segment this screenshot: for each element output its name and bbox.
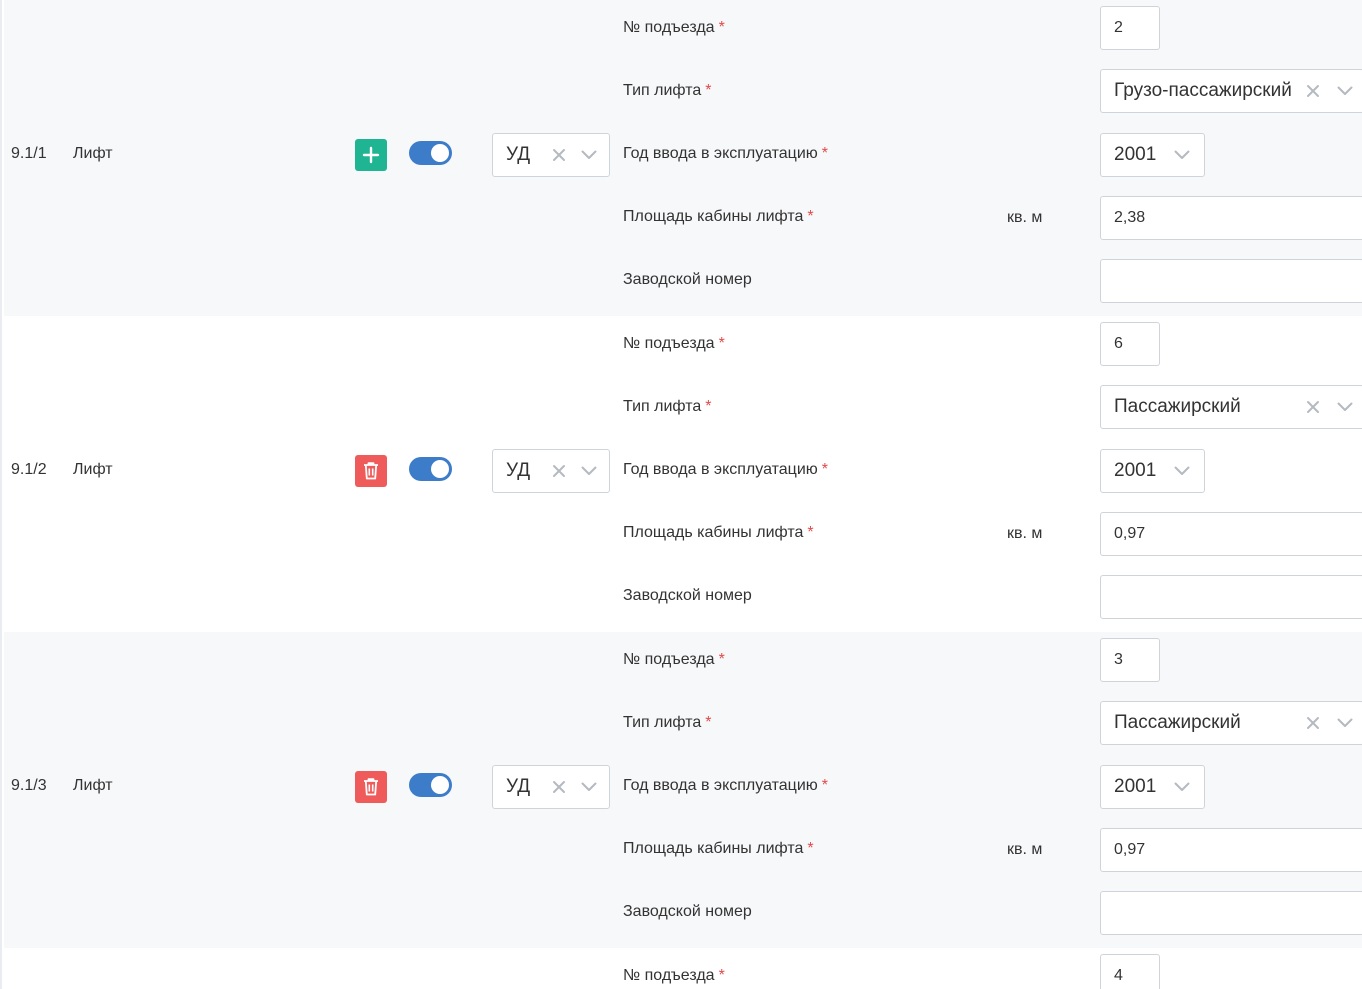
serial-number-input[interactable]: [1100, 259, 1362, 303]
management-select[interactable]: УД: [492, 133, 610, 177]
cabin-area-label: Площадь кабины лифта *: [623, 208, 814, 225]
lift-type-value: Пассажирский: [1114, 396, 1241, 417]
management-value: УД: [506, 144, 531, 165]
chevron-down-icon[interactable]: [575, 143, 603, 167]
lift-list: 9.1/1 Лифт УД № подъезда * 2 Тип лифта * Г…: [0, 0, 1362, 989]
serial-number-input[interactable]: [1100, 891, 1362, 935]
lift-name: Лифт: [73, 145, 113, 162]
lift-code: 9.1/2: [11, 461, 47, 478]
year-select[interactable]: 2001: [1100, 765, 1205, 809]
lift-code: 9.1/1: [11, 145, 47, 162]
management-value: УД: [506, 460, 531, 481]
cabin-area-input[interactable]: 2,38: [1100, 196, 1362, 240]
lift-row: 9.1/2 Лифт УД № подъезда * 6 Тип лифта * П…: [4, 316, 1362, 632]
management-value: УД: [506, 776, 531, 797]
chevron-down-icon[interactable]: [1331, 711, 1359, 735]
delete-lift-button[interactable]: [355, 455, 387, 487]
lift-row: № подъезда * 4: [4, 948, 1362, 989]
area-unit: кв. м: [1007, 209, 1043, 226]
chevron-down-icon[interactable]: [575, 459, 603, 483]
entrance-input[interactable]: 3: [1100, 638, 1160, 682]
serial-number-label: Заводской номер: [623, 587, 752, 604]
trash-icon: [364, 778, 378, 796]
serial-number-input[interactable]: [1100, 575, 1362, 619]
year-value: 2001: [1114, 460, 1157, 481]
toggle-knob: [431, 144, 449, 162]
lift-row: 9.1/1 Лифт УД № подъезда * 2 Тип лифта * Г…: [4, 0, 1362, 316]
close-icon[interactable]: [547, 775, 571, 799]
area-unit: кв. м: [1007, 525, 1043, 542]
active-toggle[interactable]: [409, 141, 452, 165]
delete-lift-button[interactable]: [355, 771, 387, 803]
entrance-input[interactable]: 4: [1100, 954, 1160, 989]
lift-row: 9.1/3 Лифт УД № подъезда * 3 Тип лифта * П…: [4, 632, 1362, 948]
plus-icon: [362, 146, 380, 164]
close-icon[interactable]: [547, 143, 571, 167]
cabin-area-label: Площадь кабины лифта *: [623, 524, 814, 541]
lift-type-label: Тип лифта *: [623, 714, 712, 731]
serial-number-label: Заводской номер: [623, 903, 752, 920]
entrance-input[interactable]: 6: [1100, 322, 1160, 366]
chevron-down-icon[interactable]: [1168, 143, 1196, 167]
year-value: 2001: [1114, 776, 1157, 797]
chevron-down-icon[interactable]: [1168, 459, 1196, 483]
entrance-input[interactable]: 2: [1100, 6, 1160, 50]
entrance-label: № подъезда *: [623, 967, 725, 984]
lift-code: 9.1/3: [11, 777, 47, 794]
close-icon[interactable]: [1301, 395, 1325, 419]
year-select[interactable]: 2001: [1100, 449, 1205, 493]
lift-type-value: Пассажирский: [1114, 712, 1241, 733]
year-label: Год ввода в эксплуатацию *: [623, 145, 829, 162]
year-value: 2001: [1114, 144, 1157, 165]
entrance-label: № подъезда *: [623, 19, 725, 36]
lift-type-label: Тип лифта *: [623, 398, 712, 415]
toggle-knob: [431, 460, 449, 478]
close-icon[interactable]: [547, 459, 571, 483]
lift-type-value: Грузо-пассажирский: [1114, 80, 1292, 101]
add-lift-button[interactable]: [355, 139, 387, 171]
lift-type-select[interactable]: Пассажирский: [1100, 701, 1362, 745]
management-select[interactable]: УД: [492, 765, 610, 809]
year-label: Год ввода в эксплуатацию *: [623, 461, 829, 478]
active-toggle[interactable]: [409, 457, 452, 481]
chevron-down-icon[interactable]: [1331, 395, 1359, 419]
lift-type-select[interactable]: Пассажирский: [1100, 385, 1362, 429]
chevron-down-icon[interactable]: [1168, 775, 1196, 799]
toggle-knob: [431, 776, 449, 794]
cabin-area-input[interactable]: 0,97: [1100, 512, 1362, 556]
lift-name: Лифт: [73, 461, 113, 478]
entrance-label: № подъезда *: [623, 335, 725, 352]
cabin-area-label: Площадь кабины лифта *: [623, 840, 814, 857]
year-label: Год ввода в эксплуатацию *: [623, 777, 829, 794]
chevron-down-icon[interactable]: [1331, 79, 1359, 103]
serial-number-label: Заводской номер: [623, 271, 752, 288]
lift-type-select[interactable]: Грузо-пассажирский: [1100, 69, 1362, 113]
lift-name: Лифт: [73, 777, 113, 794]
lift-type-label: Тип лифта *: [623, 82, 712, 99]
cabin-area-input[interactable]: 0,97: [1100, 828, 1362, 872]
trash-icon: [364, 462, 378, 480]
entrance-label: № подъезда *: [623, 651, 725, 668]
management-select[interactable]: УД: [492, 449, 610, 493]
year-select[interactable]: 2001: [1100, 133, 1205, 177]
active-toggle[interactable]: [409, 773, 452, 797]
chevron-down-icon[interactable]: [575, 775, 603, 799]
close-icon[interactable]: [1301, 79, 1325, 103]
close-icon[interactable]: [1301, 711, 1325, 735]
area-unit: кв. м: [1007, 841, 1043, 858]
